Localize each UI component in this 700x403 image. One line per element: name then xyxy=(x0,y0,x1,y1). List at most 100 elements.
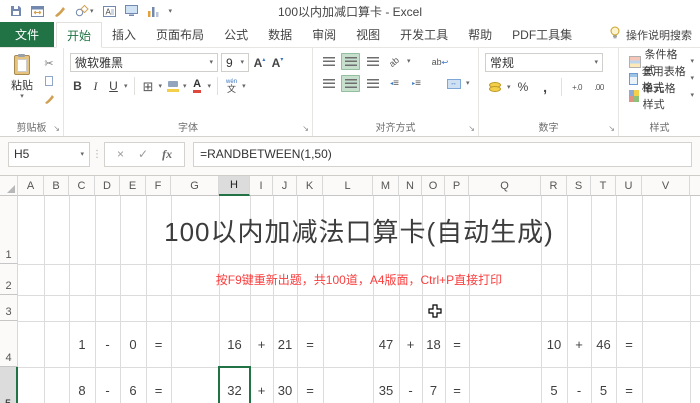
cell-R5[interactable]: 5 xyxy=(541,367,567,403)
insert-function-icon[interactable]: fx xyxy=(162,147,172,162)
qat-more-icon[interactable]: ▾ xyxy=(169,3,173,19)
cell-M5[interactable]: 35 xyxy=(373,367,399,403)
col-header-G[interactable]: G xyxy=(171,176,219,196)
fill-color-button[interactable] xyxy=(165,78,180,95)
cell-T4[interactable]: 46 xyxy=(591,321,616,367)
tab-页面布局[interactable]: 页面布局 xyxy=(146,22,214,47)
font-color-button[interactable]: A xyxy=(190,78,205,95)
tab-PDF工具集[interactable]: PDF工具集 xyxy=(502,22,582,47)
col-header-N[interactable]: N xyxy=(399,176,422,196)
cell-O4[interactable]: 18 xyxy=(422,321,445,367)
cell-N4[interactable]: + xyxy=(399,321,422,367)
dialog-launcher-icon[interactable]: ↘ xyxy=(53,124,60,133)
align-middle-button[interactable] xyxy=(341,53,360,70)
dialog-launcher-icon[interactable]: ↘ xyxy=(608,124,615,133)
formula-input[interactable]: =RANDBETWEEN(1,50) xyxy=(193,141,692,167)
column-width-icon[interactable] xyxy=(31,3,44,19)
copy-icon[interactable] xyxy=(41,74,57,88)
row-header-2[interactable]: 2 xyxy=(0,264,18,295)
cell-U5[interactable]: = xyxy=(616,367,642,403)
cancel-icon[interactable]: × xyxy=(117,147,124,161)
screenshot-icon[interactable] xyxy=(124,3,138,19)
tab-开始[interactable]: 开始 xyxy=(56,22,103,48)
dropdown-icon[interactable]: ▾ xyxy=(159,83,163,90)
borders-button[interactable]: ⊞ xyxy=(141,78,156,95)
format-painter-small-icon[interactable] xyxy=(41,92,57,106)
cell-T5[interactable]: 5 xyxy=(591,367,616,403)
row-header-1[interactable]: 1 xyxy=(0,196,18,264)
name-box[interactable]: H5 ▾ xyxy=(8,141,90,167)
cell-I4[interactable]: + xyxy=(250,321,273,367)
orientation-button[interactable]: ab xyxy=(385,53,404,70)
dialog-launcher-icon[interactable]: ↘ xyxy=(468,124,475,133)
comma-style-button[interactable]: , xyxy=(536,79,555,96)
col-header-A[interactable]: A xyxy=(18,176,44,196)
col-header-V[interactable]: V xyxy=(642,176,690,196)
merge-center-button[interactable]: ↔ xyxy=(444,75,463,92)
dropdown-icon[interactable]: ▾ xyxy=(183,83,187,90)
tab-插入[interactable]: 插入 xyxy=(102,22,146,47)
align-right-button[interactable] xyxy=(363,75,382,92)
dialog-launcher-icon[interactable]: ↘ xyxy=(302,124,309,133)
enter-icon[interactable]: ✓ xyxy=(138,147,148,161)
tab-审阅[interactable]: 审阅 xyxy=(302,22,346,47)
cell-F4[interactable]: = xyxy=(146,321,171,367)
save-icon[interactable] xyxy=(10,3,22,19)
dropdown-icon[interactable]: ▾ xyxy=(407,58,411,65)
cell-U4[interactable]: = xyxy=(616,321,642,367)
worksheet-grid[interactable]: ABCDEFGHIJKLMNOPQRSTUVW12345100以内加减法口算卡(… xyxy=(0,176,700,403)
col-header-R[interactable]: R xyxy=(541,176,567,196)
row-header-4[interactable]: 4 xyxy=(0,321,18,367)
underline-button[interactable]: U xyxy=(106,78,121,95)
cell-I5[interactable]: + xyxy=(250,367,273,403)
row-header-5[interactable]: 5 xyxy=(0,367,18,403)
cell-E5[interactable]: 6 xyxy=(120,367,146,403)
cell-D4[interactable]: - xyxy=(95,321,120,367)
decrease-font-size-button[interactable]: A ▾ xyxy=(270,54,285,71)
align-center-button[interactable] xyxy=(341,75,360,92)
cell-J4[interactable]: 21 xyxy=(273,321,297,367)
cell-C4[interactable]: 1 xyxy=(69,321,95,367)
cell-styles-button[interactable]: 单元格样式 ▾ xyxy=(629,83,694,111)
col-header-U[interactable]: U xyxy=(616,176,642,196)
col-header-L[interactable]: L xyxy=(323,176,373,196)
paste-button[interactable]: 粘贴 ▾ xyxy=(6,53,38,120)
col-header-T[interactable]: T xyxy=(591,176,616,196)
col-header-E[interactable]: E xyxy=(120,176,146,196)
font-size-select[interactable]: 9 ▾ xyxy=(221,53,249,72)
text-box-icon[interactable]: A xyxy=(102,3,116,19)
cell-H4[interactable]: 16 xyxy=(219,321,250,367)
dropdown-icon[interactable]: ▾ xyxy=(466,80,470,87)
cell-P4[interactable]: = xyxy=(445,321,469,367)
col-header-K[interactable]: K xyxy=(297,176,323,196)
shapes-icon[interactable]: ▾ xyxy=(75,3,94,19)
cell-M4[interactable]: 47 xyxy=(373,321,399,367)
decrease-indent-button[interactable]: ◂ ≡ xyxy=(385,75,404,92)
percent-style-button[interactable]: % xyxy=(514,79,533,96)
col-header-Q[interactable]: Q xyxy=(469,176,541,196)
number-format-select[interactable]: 常规 ▾ xyxy=(485,53,603,72)
row-header-3[interactable]: 3 xyxy=(0,295,18,321)
cell-F5[interactable]: = xyxy=(146,367,171,403)
col-header-W[interactable]: W xyxy=(690,176,700,196)
tab-开发工具[interactable]: 开发工具 xyxy=(390,22,458,47)
cell-O5[interactable]: 7 xyxy=(422,367,445,403)
cell-S4[interactable]: + xyxy=(567,321,591,367)
col-header-I[interactable]: I xyxy=(250,176,273,196)
format-painter-icon[interactable] xyxy=(53,3,66,19)
bold-button[interactable]: B xyxy=(70,78,85,95)
cell-D5[interactable]: - xyxy=(95,367,120,403)
select-all-corner[interactable] xyxy=(0,176,18,196)
accounting-format-button[interactable] xyxy=(485,79,504,96)
cell-N5[interactable]: - xyxy=(399,367,422,403)
cut-icon[interactable]: ✂ xyxy=(41,56,57,70)
decrease-decimal-button[interactable]: .00 xyxy=(590,79,609,96)
cell-S5[interactable]: - xyxy=(567,367,591,403)
tab-视图[interactable]: 视图 xyxy=(346,22,390,47)
col-header-C[interactable]: C xyxy=(69,176,95,196)
increase-font-size-button[interactable]: A ▴ xyxy=(252,54,267,71)
dropdown-icon[interactable]: ▾ xyxy=(208,83,212,90)
cell-K5[interactable]: = xyxy=(297,367,323,403)
tell-me-search[interactable]: 操作说明搜索 xyxy=(609,22,700,47)
dropdown-icon[interactable]: ▾ xyxy=(242,83,246,90)
